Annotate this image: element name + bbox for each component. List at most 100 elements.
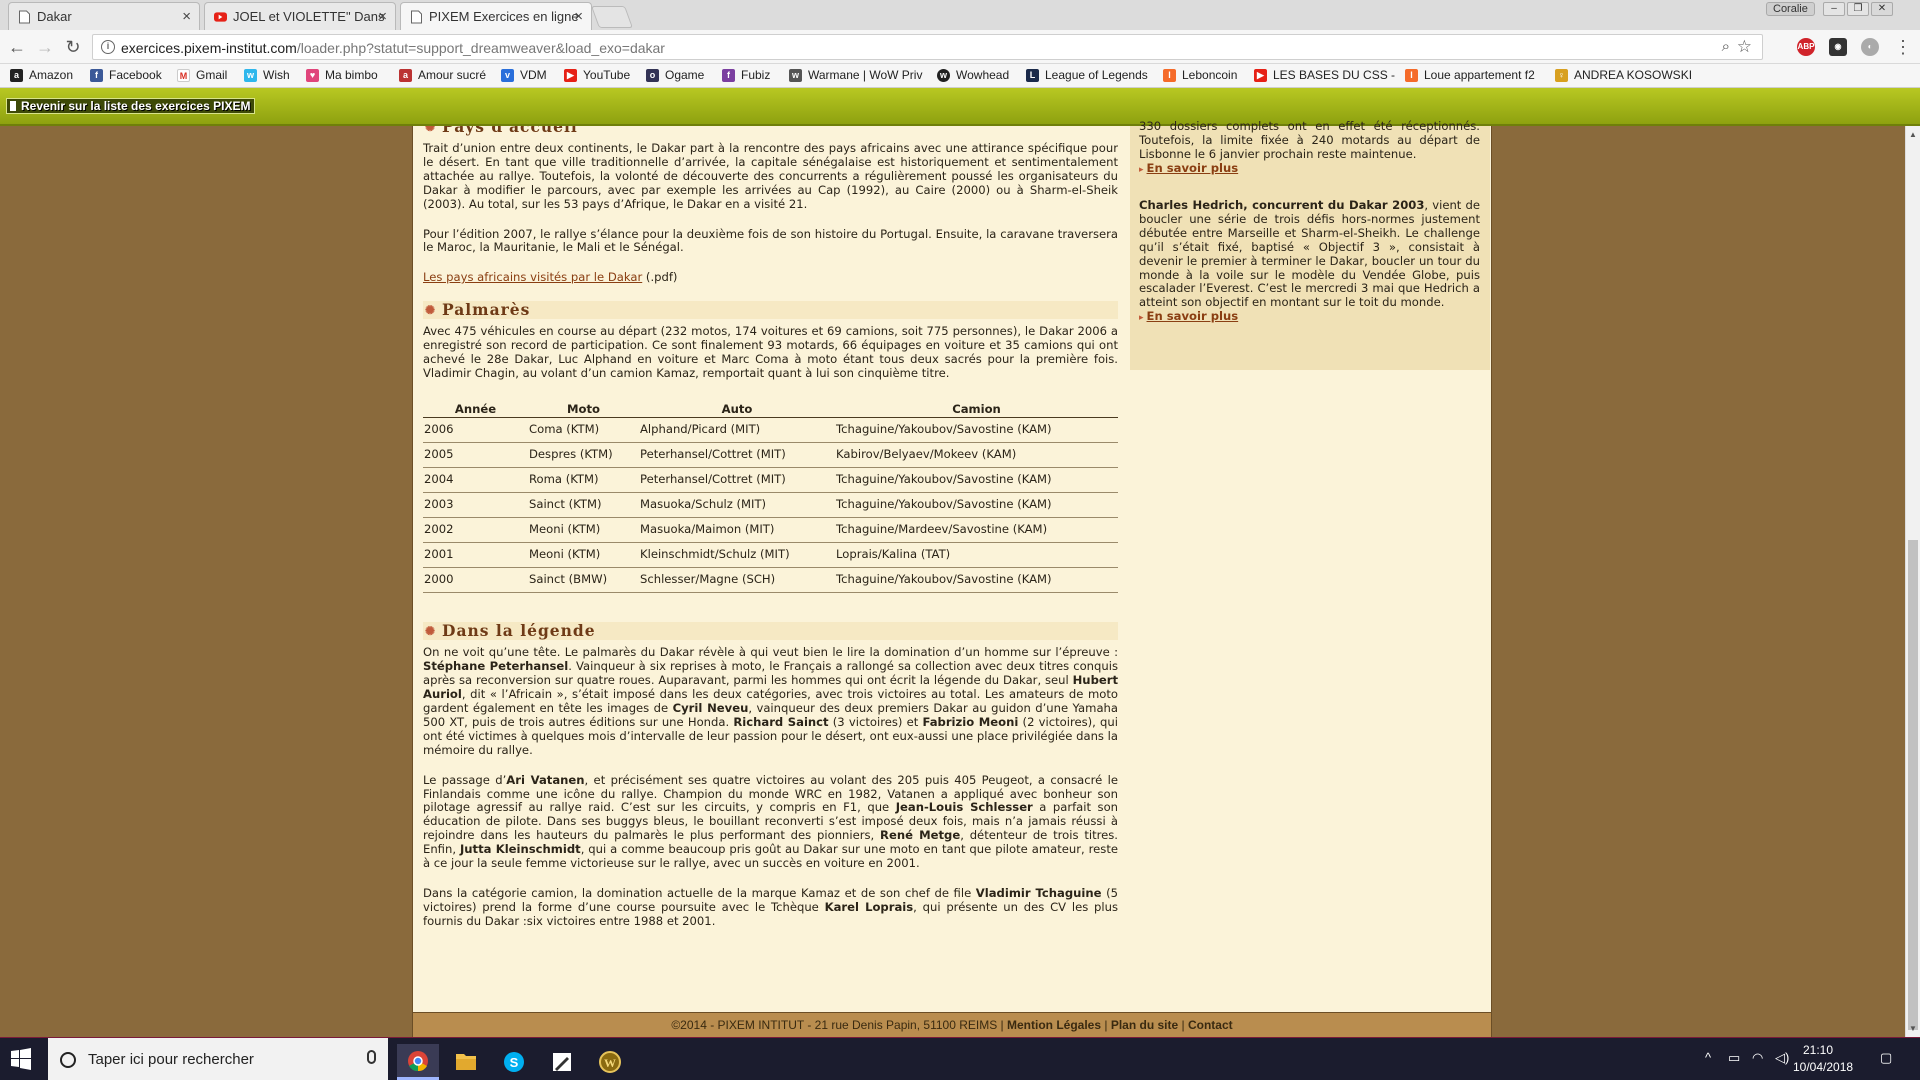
windows-start-icon[interactable] <box>10 1048 32 1070</box>
bookmark-wowhead[interactable]: w Wowhead <box>937 68 1009 82</box>
paragraph: Le passage d’Ari Vatanen, et précisément… <box>423 773 1118 871</box>
tab-dakar[interactable]: Dakar × <box>8 2 200 30</box>
bookmark-label: Fubiz <box>741 68 771 82</box>
notes-taskbar-icon[interactable] <box>541 1044 583 1080</box>
cell: 2005 <box>423 442 528 469</box>
cell: Despres (KTM) <box>528 442 639 469</box>
section-title: ✺ Dans la légende <box>423 622 1118 641</box>
read-more-link[interactable]: En savoir plus <box>1139 161 1480 178</box>
back-arrow-icon[interactable]: ← <box>6 36 28 58</box>
text-run: (3 victoires) et <box>828 714 923 729</box>
close-icon[interactable]: × <box>574 8 583 25</box>
bookmark-loue-appartement[interactable]: l Loue appartement f2 <box>1405 68 1535 82</box>
profile-button[interactable]: Coralie <box>1766 2 1815 16</box>
wow-taskbar-icon[interactable]: W <box>589 1044 631 1080</box>
skype-taskbar-icon[interactable]: S <box>493 1044 535 1080</box>
footer-link-plan[interactable]: Plan du site <box>1111 1018 1178 1032</box>
bookmark-bases-css[interactable]: ▶ LES BASES DU CSS - <box>1254 68 1395 82</box>
read-more-link[interactable]: En savoir plus <box>1139 309 1480 326</box>
news-text: Charles Hedrich, concurrent du Dakar 200… <box>1139 198 1480 310</box>
paragraph: Avec 475 véhicules en course au départ (… <box>423 324 1118 380</box>
info-icon[interactable]: i <box>101 40 115 54</box>
url-host: exercices.pixem-institut.com <box>121 40 297 56</box>
news-item-2: Charles Hedrich, concurrent du Dakar 200… <box>1139 198 1480 326</box>
bold-name: Karel Loprais <box>824 899 914 914</box>
cell: Peterhansel/Cottret (MIT) <box>639 467 835 494</box>
bookmark-leboncoin[interactable]: l Leboncoin <box>1163 68 1237 82</box>
window-close-button[interactable]: ✕ <box>1871 2 1893 16</box>
bookmark-label: Amour sucré <box>418 68 487 82</box>
minimize-button[interactable]: – <box>1823 2 1845 16</box>
screen: Dakar × JOEL et VIOLETTE" Dans × PIXEM E… <box>0 0 1920 1080</box>
bookmark-star-icon[interactable]: ☆ <box>1737 37 1752 57</box>
microphone-icon[interactable] <box>367 1050 376 1064</box>
address-bar[interactable]: i exercices.pixem-institut.com/loader.ph… <box>92 34 1763 60</box>
bookmark-league-of-legends[interactable]: L League of Legends <box>1026 68 1148 82</box>
notepad-icon <box>553 1053 571 1071</box>
column-header: Auto <box>639 402 835 419</box>
bullet-icon: ✺ <box>425 303 437 318</box>
extension-icon[interactable]: ◉ <box>1829 38 1847 56</box>
bookmark-fubiz[interactable]: f Fubiz <box>722 68 770 82</box>
notification-icon[interactable]: ▢ <box>1880 1050 1892 1066</box>
footer-link-contact[interactable]: Contact <box>1188 1018 1233 1032</box>
cortana-icon <box>60 1051 76 1068</box>
chrome-icon <box>408 1051 428 1072</box>
bookmark-label: Warmane | WoW Priv <box>808 68 923 82</box>
url-path: /loader.php?statut=support_dreamweaver&l… <box>296 40 665 56</box>
bookmark-gmail[interactable]: M Gmail <box>177 68 227 82</box>
wifi-icon[interactable]: ◠ <box>1752 1050 1763 1066</box>
bookmark-youtube[interactable]: ▶ YouTube <box>564 68 630 82</box>
bookmark-ogame[interactable]: o Ogame <box>646 68 704 82</box>
volume-icon[interactable]: ◁) <box>1775 1050 1789 1066</box>
tab-pixem[interactable]: PIXEM Exercices en ligne × <box>400 2 592 30</box>
browser-toolbar: ← → ↻ i exercices.pixem-institut.com/loa… <box>0 30 1920 64</box>
cell: Kleinschmidt/Schulz (MIT) <box>639 542 835 569</box>
reload-icon[interactable]: ↻ <box>62 36 84 58</box>
back-to-list-link[interactable]: Revenir sur la liste des exercices PIXEM <box>6 98 256 114</box>
cell: Meoni (KTM) <box>528 517 639 544</box>
menu-icon[interactable]: ⋮ <box>1892 36 1914 58</box>
taskbar-search[interactable]: Taper ici pour rechercher <box>48 1038 388 1080</box>
sidebar-news: 330 dossiers complets ont en effet été r… <box>1130 119 1490 370</box>
tab-youtube[interactable]: JOEL et VIOLETTE" Dans × <box>204 2 396 30</box>
pdf-suffix: (.pdf) <box>642 270 678 285</box>
table-row: 2004 Roma (KTM) Peterhansel/Cottret (MIT) T… <box>423 467 1118 494</box>
battery-icon[interactable]: ▭ <box>1728 1050 1740 1066</box>
adblock-icon[interactable]: ABP <box>1797 38 1815 56</box>
file-explorer-taskbar-icon[interactable] <box>445 1044 487 1080</box>
page-scrollbar[interactable]: ▲ ▼ <box>1905 126 1920 1037</box>
bookmark-vdm[interactable]: v VDM <box>501 68 547 82</box>
bookmark-andrea[interactable]: ♀ ANDREA KOSOWSKI <box>1555 68 1692 82</box>
scroll-up-icon[interactable]: ▲ <box>1909 130 1917 139</box>
restore-button[interactable]: ❐ <box>1847 2 1869 16</box>
clock-time: 21:10 <box>1802 1043 1834 1057</box>
bookmark-label: Ma bimbo <box>325 68 378 82</box>
chevron-up-icon[interactable]: ^ <box>1705 1050 1711 1065</box>
page-footer: ©2014 - PIXEM INTITUT - 21 rue Denis Pap… <box>413 1012 1491 1037</box>
pdf-link[interactable]: Les pays africains visités par le Dakar <box>423 270 642 284</box>
zoom-icon[interactable]: ⌕ <box>1722 38 1730 55</box>
paragraph: Pour l’édition 2007, le rallye s’élance … <box>423 226 1118 255</box>
bookmark-amazon[interactable]: a Amazon <box>10 68 73 82</box>
bookmark-amour-sucre[interactable]: a Amour sucré <box>399 68 486 82</box>
scroll-down-icon[interactable]: ▼ <box>1909 1024 1917 1033</box>
close-icon[interactable]: × <box>378 8 387 25</box>
url-text[interactable]: exercices.pixem-institut.com/loader.php?… <box>121 40 665 56</box>
extension-icon[interactable]: ◐ <box>1861 38 1879 56</box>
new-tab-button[interactable] <box>590 6 634 28</box>
forward-arrow-icon[interactable]: → <box>34 36 56 58</box>
bold-name: René Metge <box>880 828 961 843</box>
footer-link-mentions[interactable]: Mention Légales <box>1007 1018 1101 1032</box>
cell: Tchaguine/Mardeev/Savostine (KAM) <box>835 517 1118 544</box>
bookmark-wish[interactable]: w Wish <box>244 68 290 82</box>
bookmark-warmane[interactable]: w Warmane | WoW Priv <box>789 68 922 82</box>
cell: Tchaguine/Yakoubov/Savostine (KAM) <box>835 567 1118 594</box>
table-row: 2003 Sainct (KTM) Masuoka/Schulz (MIT) Tcha… <box>423 492 1118 519</box>
close-icon[interactable]: × <box>182 8 191 25</box>
bookmark-facebook[interactable]: f Facebook <box>90 68 162 82</box>
bookmark-ma-bimbo[interactable]: ♥ Ma bimbo <box>306 68 378 82</box>
taskbar-clock[interactable]: 21:10 10/04/2018 <box>1793 1042 1853 1076</box>
chrome-taskbar-icon[interactable] <box>397 1044 439 1080</box>
scroll-thumb[interactable] <box>1908 540 1918 1030</box>
